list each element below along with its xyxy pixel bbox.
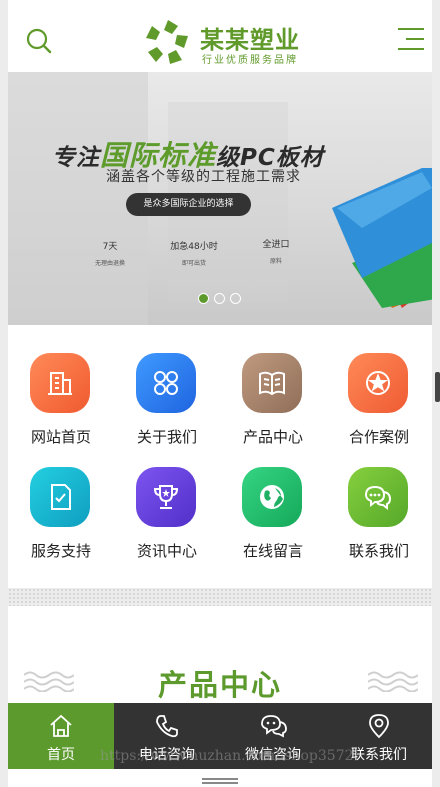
slider-dot[interactable]: [198, 293, 209, 304]
nav-item-message[interactable]: 在线留言: [220, 439, 326, 560]
bottom-tab-wechat[interactable]: 微信咨询: [220, 703, 326, 769]
header: 某某塑业 行业优质服务品牌: [8, 0, 432, 72]
building-icon: [30, 353, 90, 413]
star-badge-icon: [348, 353, 408, 413]
clover-icon: [136, 353, 196, 413]
bottom-tab-phone[interactable]: 电话咨询: [114, 703, 220, 769]
home-icon: [50, 714, 72, 737]
hero-banner[interactable]: 专注国际标准级PC板材 涵盖各个等级的工程施工需求 是众多国际企业的选择 7天 …: [8, 72, 432, 325]
banner-feature: 加急48小时 即可出货: [164, 239, 224, 267]
slider-dots: [198, 293, 248, 307]
logo-mark-icon: [146, 20, 188, 64]
bottom-tab-label: 联系我们: [351, 747, 407, 763]
location-icon: [369, 714, 389, 739]
banner-feature: 7天 无理由退换: [90, 239, 130, 267]
nav-item-label: 在线留言: [242, 542, 303, 560]
logo[interactable]: 某某塑业 行业优质服务品牌: [144, 18, 314, 66]
slider-dot[interactable]: [230, 293, 241, 304]
trophy-icon: [136, 467, 196, 527]
section-divider: [8, 588, 432, 606]
pc-sheet-image: [332, 168, 432, 308]
nav-item-products[interactable]: 产品中心: [220, 325, 326, 446]
nav-item-about[interactable]: 关于我们: [114, 325, 220, 446]
nav-item-label: 服务支持: [30, 542, 91, 560]
feature-title: 全进口: [262, 240, 290, 250]
banner-feature: 全进口 原料: [254, 237, 298, 265]
search-icon[interactable]: [24, 26, 54, 56]
nav-item-service[interactable]: 服务支持: [8, 439, 114, 560]
menu-icon[interactable]: [396, 28, 424, 52]
book-icon: [242, 353, 302, 413]
nav-grid: 网站首页 关于我们 产品中心 合作案例 服务支持 资讯中心 在线留言 联系我们: [8, 325, 432, 585]
feature-sub: 原料: [269, 258, 282, 265]
nav-item-label: 联系我们: [348, 542, 409, 560]
phone-icon: [156, 715, 178, 738]
headline-prefix: 专注: [52, 145, 100, 171]
feature-title: 7天: [102, 242, 118, 252]
mobile-page: 某某塑业 行业优质服务品牌 专注国际标准级PC板材 涵盖各个等级的工程施工需求 …: [8, 0, 432, 787]
bottom-tab-label: 微信咨询: [245, 747, 301, 763]
nav-item-label: 资讯中心: [136, 542, 197, 560]
wave-decoration-icon: [368, 671, 418, 692]
document-check-icon: [30, 467, 90, 527]
bottom-tab-contact[interactable]: 联系我们: [326, 703, 432, 769]
wechat-icon: [261, 715, 287, 738]
bottom-tab-label: 首页: [47, 747, 75, 763]
nav-item-contact[interactable]: 联系我们: [326, 439, 432, 560]
feature-title: 加急48小时: [170, 242, 218, 252]
nav-item-home[interactable]: 网站首页: [8, 325, 114, 446]
banner-subline: 涵盖各个等级的工程施工需求: [106, 169, 301, 185]
banner-pill: 是众多国际企业的选择: [126, 193, 251, 216]
feature-sub: 即可出货: [181, 260, 206, 267]
feature-sub: 无理由退换: [94, 260, 125, 267]
slider-dot[interactable]: [214, 293, 225, 304]
nav-item-news[interactable]: 资讯中心: [114, 439, 220, 560]
chat-bubbles-icon: [348, 467, 408, 527]
scrollbar-thumb[interactable]: [435, 372, 440, 402]
bottom-nav: 首页 电话咨询 微信咨询 联系我们: [8, 703, 432, 769]
brand-name: 某某塑业: [200, 26, 300, 54]
home-indicator[interactable]: [202, 778, 238, 784]
bottom-tab-home[interactable]: 首页: [8, 703, 114, 769]
globe-icon: [242, 467, 302, 527]
brand-slogan: 行业优质服务品牌: [202, 55, 298, 66]
nav-item-cases[interactable]: 合作案例: [326, 325, 432, 446]
bottom-tab-label: 电话咨询: [139, 747, 195, 763]
